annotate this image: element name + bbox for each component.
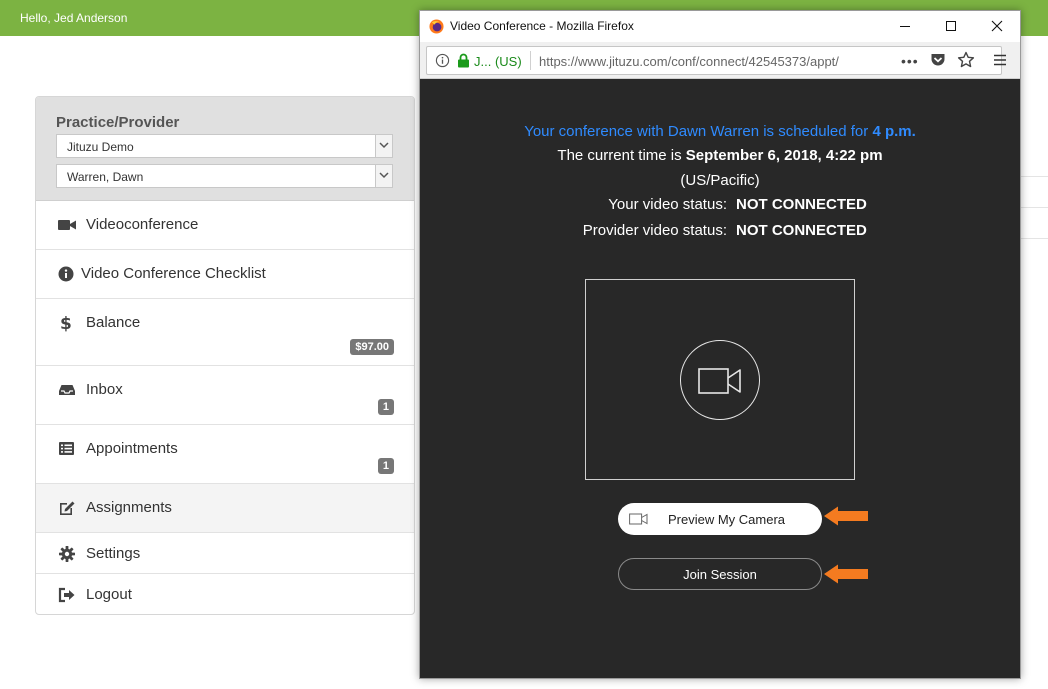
inbox-tray-icon	[58, 381, 76, 399]
dollar-icon: $	[58, 314, 76, 334]
window-titlebar[interactable]: Video Conference - Mozilla Firefox	[420, 11, 1020, 42]
current-time-value: September 6, 2018, 4:22 pm	[685, 147, 883, 164]
sidebar-item-checklist[interactable]: Video Conference Checklist	[36, 250, 414, 299]
sidebar-item-label: Settings	[86, 545, 141, 562]
browser-navbar: J... (US) https://www.jituzu.com/conf/co…	[420, 42, 1020, 79]
maximize-button[interactable]	[928, 11, 974, 42]
current-time-label: The current time is	[557, 147, 686, 164]
appointments-count-badge: 1	[377, 458, 394, 474]
practice-select-value: Jituzu Demo	[67, 140, 134, 154]
sidebar-item-label: Assignments	[86, 499, 172, 516]
minimize-button[interactable]	[882, 11, 928, 42]
current-time-line: The current time is September 6, 2018, 4…	[420, 147, 1020, 164]
camera-preview-area	[585, 279, 855, 480]
firefox-window: Video Conference - Mozilla Firefox J... …	[419, 10, 1021, 679]
schedule-message: Your conference with Dawn Warren is sche…	[420, 123, 1020, 140]
hamburger-menu-icon[interactable]	[993, 53, 1007, 72]
info-circle-icon[interactable]	[435, 53, 450, 73]
provider-select[interactable]: Warren, Dawn	[56, 164, 393, 188]
sidebar: Practice/Provider Jituzu Demo Warren, Da…	[35, 96, 415, 615]
preview-camera-button[interactable]: Preview My Camera	[618, 503, 822, 535]
firefox-logo-icon	[429, 19, 444, 34]
background-table	[1020, 176, 1048, 272]
bookmark-star-icon[interactable]	[957, 51, 975, 74]
window-title: Video Conference - Mozilla Firefox	[450, 19, 634, 33]
highlight-arrow-icon	[824, 564, 868, 584]
provider-status-label: Provider video status:	[582, 222, 727, 239]
balance-badge: $97.00	[350, 339, 394, 355]
sidebar-item-settings[interactable]: Settings	[36, 533, 414, 574]
join-session-label: Join Session	[683, 567, 757, 582]
lock-icon[interactable]	[457, 53, 470, 73]
provider-status-value: NOT CONNECTED	[736, 222, 867, 239]
sidebar-item-logout[interactable]: Logout	[36, 574, 414, 614]
edit-icon	[58, 499, 76, 517]
preview-camera-label: Preview My Camera	[668, 512, 786, 527]
chevron-down-icon[interactable]	[375, 165, 392, 187]
timezone-label: (US/Pacific)	[680, 172, 760, 189]
sidebar-item-appointments[interactable]: Appointments 1	[36, 425, 414, 484]
highlight-arrow-icon	[824, 506, 868, 526]
your-status-label: Your video status:	[608, 196, 727, 213]
sidebar-item-videoconference[interactable]: Videoconference	[36, 201, 414, 250]
practice-provider-title: Practice/Provider	[56, 114, 180, 131]
url-bar[interactable]: J... (US) https://www.jituzu.com/conf/co…	[426, 46, 1002, 75]
video-camera-icon	[629, 513, 648, 525]
join-session-button[interactable]: Join Session	[618, 558, 822, 590]
inbox-count-badge: 1	[377, 399, 394, 415]
provider-select-value: Warren, Dawn	[67, 170, 144, 184]
close-window-button[interactable]	[974, 11, 1020, 42]
conference-page: Your conference with Dawn Warren is sche…	[420, 79, 1020, 678]
user-greeting: Hello, Jed Anderson	[20, 11, 128, 25]
your-status-value: NOT CONNECTED	[736, 196, 867, 213]
url-text[interactable]: https://www.jituzu.com/conf/connect/4254…	[539, 54, 839, 69]
schedule-time: 4 p.m.	[872, 123, 916, 140]
sidebar-item-balance[interactable]: $ Balance $97.00	[36, 299, 414, 366]
info-circle-icon	[58, 265, 76, 283]
sidebar-item-inbox[interactable]: Inbox 1	[36, 366, 414, 425]
sidebar-item-label: Video Conference Checklist	[81, 265, 266, 282]
video-camera-icon	[698, 368, 741, 394]
schedule-text: Your conference with Dawn Warren is sche…	[524, 123, 873, 140]
video-camera-icon	[58, 216, 76, 234]
camera-placeholder	[680, 340, 760, 420]
site-identity[interactable]: J... (US)	[474, 54, 522, 69]
chevron-down-icon[interactable]	[375, 135, 392, 157]
sidebar-item-label: Inbox	[86, 381, 123, 398]
list-icon	[58, 440, 76, 458]
svg-text:$: $	[60, 314, 72, 332]
sidebar-item-label: Balance	[86, 314, 141, 331]
pocket-icon[interactable]	[930, 52, 946, 73]
sidebar-item-label: Appointments	[86, 440, 178, 457]
sign-out-icon	[58, 586, 76, 604]
practice-provider-panel: Practice/Provider Jituzu Demo Warren, Da…	[36, 97, 414, 201]
sidebar-item-label: Logout	[86, 586, 132, 603]
practice-select[interactable]: Jituzu Demo	[56, 134, 393, 158]
url-divider	[530, 51, 531, 70]
page-actions-button[interactable]: •••	[901, 53, 919, 69]
sidebar-item-label: Videoconference	[86, 216, 199, 233]
sidebar-item-assignments[interactable]: Assignments	[36, 484, 414, 533]
gear-icon	[58, 545, 76, 563]
